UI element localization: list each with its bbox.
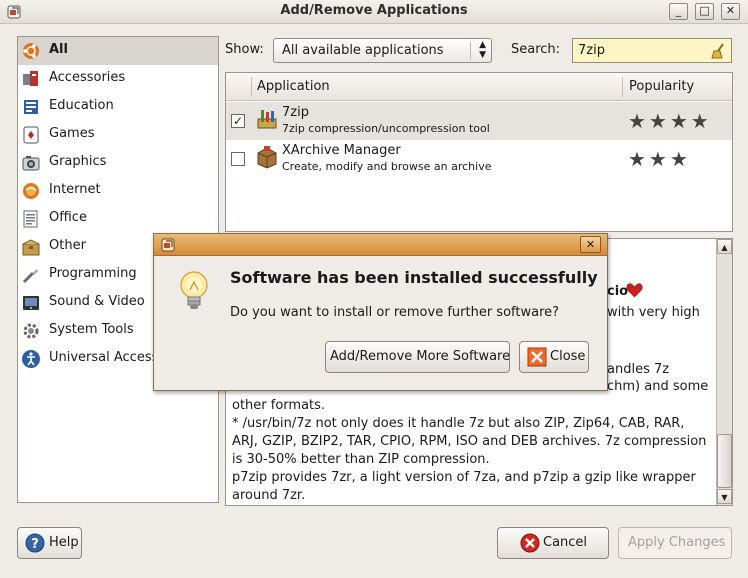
search-input[interactable]: 7zip xyxy=(572,38,732,63)
sidebar-item-games[interactable]: Games xyxy=(18,121,218,149)
other-icon xyxy=(22,239,40,256)
sidebar-item-label: Accessories xyxy=(49,70,126,85)
dialog-message: Do you want to install or remove further… xyxy=(230,305,560,320)
table-row[interactable]: ✓ 7zip 7zip compression/uncompression to… xyxy=(226,102,732,140)
combo-arrows-icon: ▲ ▼ xyxy=(479,40,486,60)
clear-search-icon[interactable] xyxy=(709,42,727,60)
svg-text:?: ? xyxy=(31,537,39,552)
app-name: XArchive Manager xyxy=(282,143,401,158)
dialog-close-action-button[interactable]: Close xyxy=(519,341,589,373)
scrollbar-thumb[interactable] xyxy=(717,434,732,488)
show-filter-combobox[interactable]: All available applications ▲ ▼ xyxy=(273,38,492,63)
system-tools-icon xyxy=(23,323,39,339)
show-filter-value: All available applications xyxy=(282,43,444,58)
search-label: Search: xyxy=(511,42,561,57)
description-paragraph: p7zip provides 7zr, a light version of 7… xyxy=(232,470,696,503)
install-checkbox[interactable] xyxy=(231,152,245,166)
sidebar-item-education[interactable]: Education xyxy=(18,93,218,121)
dialog-close-button[interactable]: ✕ xyxy=(580,236,601,253)
package-manager-icon xyxy=(161,238,175,252)
description-fragment: with very high xyxy=(607,305,700,320)
sidebar-item-office[interactable]: Office xyxy=(18,205,218,233)
column-divider xyxy=(251,77,252,97)
universal-access-icon xyxy=(22,350,40,368)
column-application[interactable]: Application xyxy=(257,79,330,94)
window-title: Add/Remove Applications xyxy=(280,3,468,18)
popularity-stars: ★★★★ xyxy=(628,109,712,133)
archive-tools-icon xyxy=(257,110,277,129)
description-paragraph: other formats. xyxy=(232,398,326,413)
office-icon xyxy=(23,210,38,228)
sidebar-item-all[interactable]: All xyxy=(18,37,218,65)
sidebar-item-label: Games xyxy=(49,126,95,141)
maximize-button[interactable]: □ xyxy=(695,3,714,20)
close-icon xyxy=(527,347,547,367)
sidebar-item-label: Office xyxy=(49,210,87,225)
description-paragraph: * /usr/bin/7z not only does it handle 7z… xyxy=(232,416,707,467)
sound-video-icon xyxy=(23,296,39,310)
description-text: other formats. * /usr/bin/7z not only do… xyxy=(232,397,712,505)
window-close-button[interactable]: ✕ xyxy=(721,3,740,20)
sidebar-item-label: Education xyxy=(49,98,114,113)
archive-box-icon xyxy=(257,146,277,169)
scroll-up-button[interactable]: ▲ xyxy=(717,239,732,254)
description-fragment: cio xyxy=(607,284,629,299)
table-header: Application Popularity xyxy=(226,73,732,101)
help-label: Help xyxy=(49,535,79,550)
all-categories-icon xyxy=(23,43,39,59)
sidebar-item-label: Other xyxy=(49,238,86,253)
accessories-icon xyxy=(23,71,38,86)
apply-changes-label: Apply Changes xyxy=(628,535,726,550)
description-fragment: chm) and some xyxy=(607,379,709,394)
window-titlebar: Add/Remove Applications _ □ ✕ xyxy=(0,0,748,24)
sidebar-item-label: Programming xyxy=(49,266,137,281)
install-success-dialog: ✕ Software has been installed successful… xyxy=(153,233,608,391)
app-description: 7zip compression/uncompression tool xyxy=(282,122,490,135)
search-value: 7zip xyxy=(578,43,605,58)
apply-changes-button[interactable]: Apply Changes xyxy=(618,527,732,559)
programming-icon xyxy=(22,269,38,284)
add-remove-more-label: Add/Remove More Software xyxy=(330,349,511,364)
install-checkbox[interactable]: ✓ xyxy=(231,114,245,128)
help-button[interactable]: ? Help xyxy=(17,527,82,559)
minimize-button[interactable]: _ xyxy=(669,3,688,20)
sidebar-item-label: Graphics xyxy=(49,154,107,169)
lightbulb-icon xyxy=(180,271,208,309)
column-divider xyxy=(622,77,623,97)
sidebar-item-label: Universal Access xyxy=(49,350,159,365)
combo-separator xyxy=(470,42,471,59)
scroll-down-button[interactable]: ▼ xyxy=(717,489,732,504)
help-icon: ? xyxy=(25,533,45,553)
column-popularity[interactable]: Popularity xyxy=(629,79,694,94)
sidebar-item-label: Internet xyxy=(49,182,101,197)
games-icon xyxy=(23,126,39,144)
close-label: Close xyxy=(550,349,586,364)
sidebar-item-label: System Tools xyxy=(49,322,134,337)
cancel-label: Cancel xyxy=(543,535,588,550)
sidebar-item-graphics[interactable]: Graphics xyxy=(18,149,218,177)
description-scrollbar[interactable]: ▲ ▼ xyxy=(716,239,732,505)
graphics-icon xyxy=(22,156,40,171)
internet-icon xyxy=(23,183,39,199)
description-fragment: andles 7z xyxy=(607,362,670,377)
app-description: Create, modify and browse an archive xyxy=(282,160,492,173)
cancel-button[interactable]: Cancel xyxy=(497,527,609,559)
sidebar-item-internet[interactable]: Internet xyxy=(18,177,218,205)
heart-icon xyxy=(626,283,643,298)
dialog-titlebar: ✕ xyxy=(154,234,607,256)
sidebar-item-label: Sound & Video xyxy=(49,294,145,309)
application-list: Application Popularity ✓ 7zip 7zip compr… xyxy=(225,72,733,232)
dialog-heading: Software has been installed successfully xyxy=(230,268,598,287)
cancel-icon xyxy=(520,533,540,553)
table-row[interactable]: XArchive Manager Create, modify and brow… xyxy=(226,140,732,178)
show-label: Show: xyxy=(225,42,264,57)
sidebar-item-accessories[interactable]: Accessories xyxy=(18,65,218,93)
app-name: 7zip xyxy=(282,105,309,120)
popularity-stars: ★★★ xyxy=(628,147,691,171)
education-icon xyxy=(24,100,38,114)
sidebar-item-label: All xyxy=(49,42,68,57)
add-remove-more-button[interactable]: Add/Remove More Software xyxy=(325,341,510,373)
